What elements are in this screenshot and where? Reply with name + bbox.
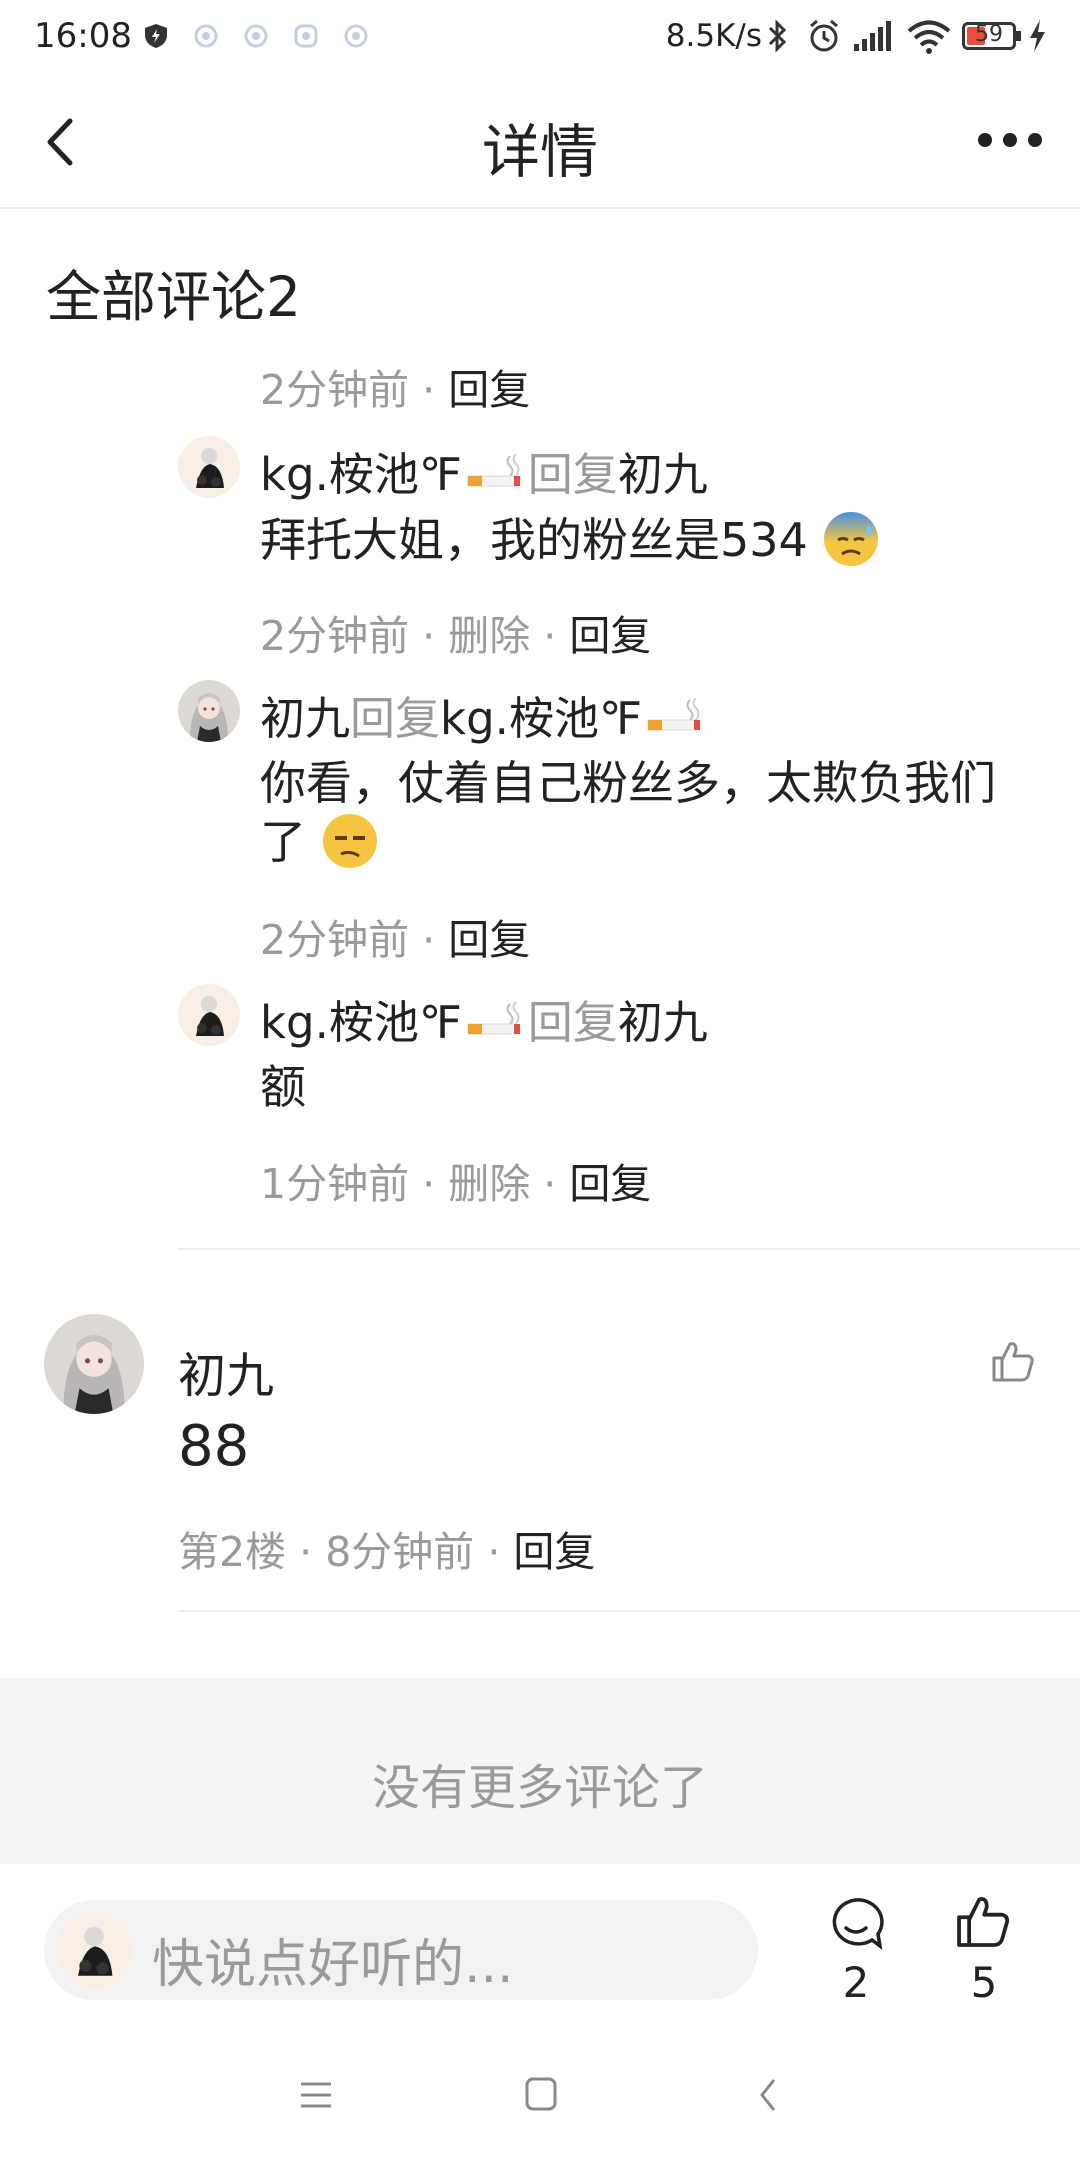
battery-level: 59: [975, 22, 1003, 47]
comment-time: 8分钟前: [325, 1528, 475, 1576]
comment-count: 2: [842, 1958, 870, 2007]
reply-author[interactable]: 初九: [260, 682, 350, 747]
wifi-icon: [907, 20, 951, 54]
alarm-icon: [810, 19, 838, 52]
reply-text: 额: [260, 1060, 306, 1114]
avatar[interactable]: [178, 436, 240, 498]
app-notify-icon: [294, 24, 318, 48]
avatar[interactable]: [178, 984, 240, 1046]
avatar: [56, 1912, 132, 1988]
signal-icon: [854, 21, 891, 51]
net-speed: 8.5K/s: [665, 18, 762, 54]
charging-icon: [1030, 20, 1045, 52]
top-app-bar: 详情: [0, 75, 1080, 209]
reply-text-block: 拜托大姐，我的粉丝是534: [260, 510, 1020, 569]
reply-header: kg.桉池℉ 回复 初九: [260, 438, 708, 503]
reply-time: 2分钟前: [260, 366, 410, 414]
reply-meta: 2分钟前 · 删除 · 回复: [260, 612, 652, 660]
reply-author[interactable]: kg.桉池℉: [260, 438, 462, 503]
back-icon[interactable]: [756, 2076, 780, 2114]
comment-text: 88: [178, 1414, 250, 1479]
avatar[interactable]: [178, 680, 240, 742]
avatar[interactable]: [44, 1314, 144, 1414]
reply-target[interactable]: 初九: [618, 438, 708, 503]
end-notice-text: 没有更多评论了: [371, 1760, 708, 1816]
reply-author[interactable]: kg.桉池℉: [260, 986, 462, 1051]
reply-time: 2分钟前: [260, 916, 410, 964]
reply-time: 1分钟前: [260, 1160, 410, 1208]
divider: [178, 1610, 1080, 1612]
thumbs-up-icon[interactable]: [954, 1892, 1012, 1950]
status-time: 16:08: [34, 16, 132, 56]
floor-number: 第2楼: [178, 1528, 287, 1576]
reply-word: 回复: [350, 692, 441, 745]
comment-meta: 第2楼 · 8分钟前 · 回复: [178, 1528, 596, 1576]
home-icon[interactable]: [524, 2076, 558, 2112]
reply-text-block: 你看，仗着自己粉丝多，太欺负我们了: [260, 754, 1020, 871]
cigarette-emoji-icon: [466, 1002, 524, 1036]
reply-meta: 2分钟前 · 回复: [260, 916, 531, 964]
delete-button[interactable]: 删除: [448, 1160, 530, 1208]
unamused-emoji: [322, 814, 377, 868]
comments-section-title: 全部评论2: [46, 265, 301, 329]
reply-button[interactable]: 回复: [569, 612, 651, 660]
cigarette-emoji-icon: [466, 454, 524, 488]
system-nav-bar: [0, 2030, 1080, 2160]
app-notify-icon: [194, 24, 218, 48]
app-notify-icon: [344, 24, 368, 48]
thumbs-up-icon[interactable]: [990, 1338, 1036, 1384]
reply-header: 初九 回复 kg.桉池℉: [260, 682, 708, 747]
like-count: 5: [970, 1958, 998, 2007]
status-bar: 16:08 8.5K/s 59: [0, 0, 1080, 75]
reply-target[interactable]: 初九: [618, 986, 708, 1051]
reply-meta: 2分钟前 · 回复: [260, 366, 531, 414]
reply-target[interactable]: kg.桉池℉: [440, 682, 642, 747]
menu-icon[interactable]: [298, 2078, 334, 2112]
reply-meta: 1分钟前 · 删除 · 回复: [260, 1160, 652, 1208]
reply-header: kg.桉池℉ 回复 初九: [260, 986, 708, 1051]
comment-input-placeholder: 快说点好听的...: [152, 1935, 514, 1995]
reply-button[interactable]: 回复: [513, 1528, 595, 1576]
battery-icon: 59: [962, 22, 1016, 50]
shield-icon: [145, 24, 167, 48]
comment-author[interactable]: 初九: [178, 1336, 274, 1406]
more-icon[interactable]: [978, 133, 1042, 149]
app-notify-icon: [244, 24, 268, 48]
reply-word: 回复: [527, 996, 618, 1049]
delete-button[interactable]: 删除: [448, 612, 530, 660]
reply-button[interactable]: 回复: [448, 366, 530, 414]
comment-icon[interactable]: [826, 1894, 886, 1954]
bluetooth-icon: [768, 19, 787, 53]
cigarette-emoji-icon: [646, 698, 704, 732]
reply-button[interactable]: 回复: [448, 916, 530, 964]
divider: [178, 1248, 1080, 1250]
reply-button[interactable]: 回复: [569, 1160, 651, 1208]
comment-input[interactable]: 快说点好听的...: [44, 1900, 758, 2000]
comment-input-bar: 快说点好听的... 2 5: [0, 1864, 1080, 2032]
end-of-comments: 没有更多评论了: [0, 1678, 1080, 1864]
cold-sweat-emoji: [824, 512, 879, 566]
reply-text: 拜托大姐，我的粉丝是534: [260, 513, 808, 567]
reply-time: 2分钟前: [260, 612, 410, 660]
page-title: 详情: [481, 118, 598, 186]
reply-word: 回复: [527, 448, 618, 501]
